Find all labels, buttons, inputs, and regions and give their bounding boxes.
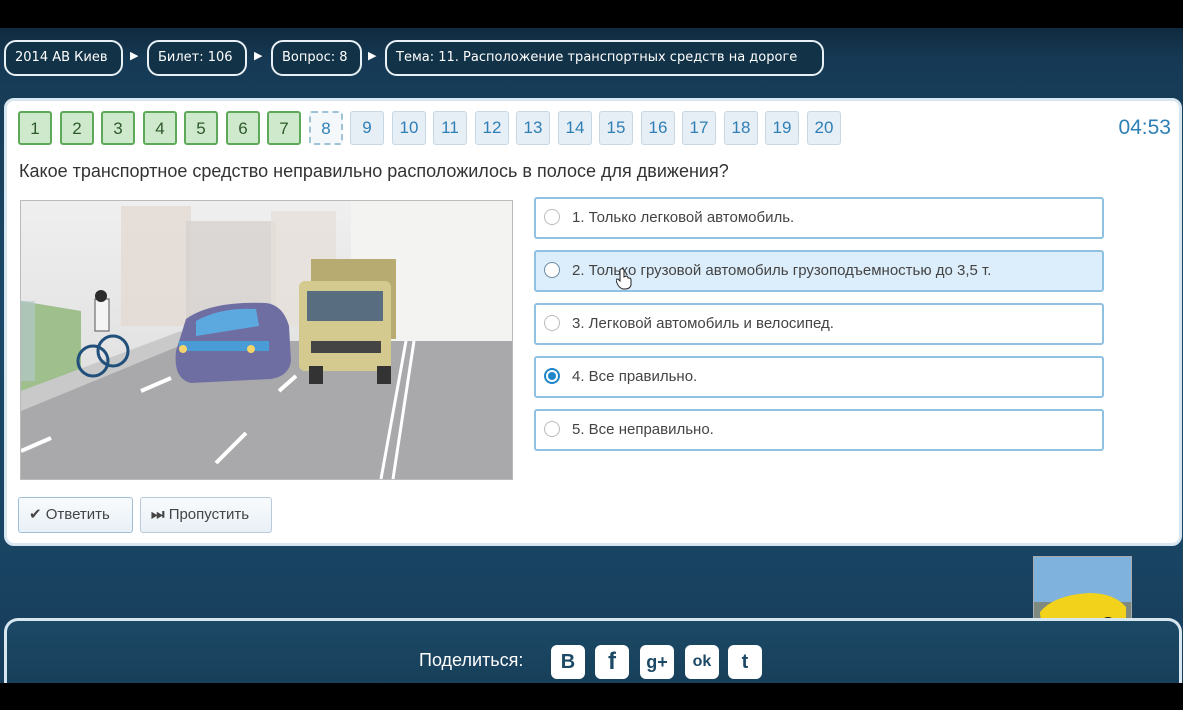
- question-number-button[interactable]: 18: [724, 111, 758, 145]
- question-number-button[interactable]: 14: [558, 111, 592, 145]
- twitter-share-icon[interactable]: t: [728, 645, 762, 679]
- question-number-button[interactable]: 7: [267, 111, 301, 145]
- answer-option[interactable]: 2. Только грузовой автомобиль грузоподъе…: [534, 250, 1104, 292]
- question-number-button[interactable]: 20: [807, 111, 841, 145]
- breadcrumb-separator-icon: ▶: [254, 49, 263, 62]
- answer-option[interactable]: 1. Только легковой автомобиль.: [534, 197, 1104, 239]
- answer-option-label: 2. Только грузовой автомобиль грузоподъе…: [572, 262, 992, 279]
- radio-button-checked[interactable]: [544, 368, 560, 384]
- breadcrumb-topic-label: Тема: 11. Расположение транспортных сред…: [396, 50, 798, 65]
- app-window: 2014 АВ Киев ▶ Билет: 106 ▶ Вопрос: 8 ▶ …: [0, 0, 1183, 698]
- question-number-button[interactable]: 3: [101, 111, 135, 145]
- window-top-strip: [0, 0, 1183, 28]
- question-number-button[interactable]: 2: [60, 111, 94, 145]
- question-number-button[interactable]: 5: [184, 111, 218, 145]
- road-scene-image: [21, 201, 512, 479]
- radio-button[interactable]: [544, 209, 560, 225]
- question-number-button[interactable]: 6: [226, 111, 260, 145]
- breadcrumb-ticket[interactable]: Билет: 106: [147, 40, 247, 76]
- answer-option-label: 1. Только легковой автомобиль.: [572, 209, 795, 226]
- answer-option-label: 5. Все неправильно.: [572, 421, 714, 438]
- question-number-button[interactable]: 19: [765, 111, 799, 145]
- breadcrumb-edition-label: 2014 АВ Киев: [15, 50, 108, 65]
- question-number-button[interactable]: 12: [475, 111, 509, 145]
- question-number-button[interactable]: 4: [143, 111, 177, 145]
- question-number-button[interactable]: 15: [599, 111, 633, 145]
- question-number-button[interactable]: 13: [516, 111, 550, 145]
- skip-button-label: Пропустить: [168, 506, 250, 523]
- answer-option[interactable]: 3. Легковой автомобиль и велосипед.: [534, 303, 1104, 345]
- vk-share-icon[interactable]: В: [551, 645, 585, 679]
- breadcrumb-separator-icon: ▶: [130, 49, 139, 62]
- question-number-button[interactable]: 9: [350, 111, 384, 145]
- google-plus-share-icon[interactable]: g+: [640, 645, 674, 679]
- skip-forward-icon: ⏭: [151, 506, 165, 523]
- question-number-button[interactable]: 16: [641, 111, 675, 145]
- answer-option-selected[interactable]: 4. Все правильно.: [534, 356, 1104, 398]
- breadcrumb-ticket-label: Билет: 106: [158, 50, 233, 65]
- radio-button[interactable]: [544, 315, 560, 331]
- breadcrumb-separator-icon: ▶: [368, 49, 377, 62]
- question-text: Какое транспортное средство неправильно …: [19, 161, 729, 181]
- checkmark-icon: ✔: [29, 506, 42, 523]
- breadcrumb-topic[interactable]: Тема: 11. Расположение транспортных сред…: [385, 40, 824, 76]
- skip-button[interactable]: ⏭ Пропустить: [140, 497, 272, 533]
- question-number-button-current[interactable]: 8: [309, 111, 343, 145]
- question-number-button[interactable]: 1: [18, 111, 52, 145]
- question-number-button[interactable]: 10: [392, 111, 426, 145]
- odnoklassniki-share-icon[interactable]: ok: [685, 645, 719, 679]
- share-label: Поделиться:: [419, 650, 524, 670]
- answer-button-label: Ответить: [45, 506, 110, 523]
- answer-option[interactable]: 5. Все неправильно.: [534, 409, 1104, 451]
- question-number-button[interactable]: 11: [433, 111, 467, 145]
- breadcrumb-question[interactable]: Вопрос: 8: [271, 40, 362, 76]
- breadcrumb-question-label: Вопрос: 8: [282, 50, 348, 65]
- letterbox-bar: [0, 683, 1183, 710]
- answer-option-label: 3. Легковой автомобиль и велосипед.: [572, 315, 834, 332]
- facebook-share-icon[interactable]: f: [595, 645, 629, 679]
- countdown-timer: 04:53: [1118, 116, 1171, 139]
- breadcrumb-edition[interactable]: 2014 АВ Киев: [4, 40, 123, 76]
- hand-cursor-icon: [616, 268, 632, 290]
- question-number-button[interactable]: 17: [682, 111, 716, 145]
- answer-button[interactable]: ✔ Ответить: [18, 497, 133, 533]
- radio-button[interactable]: [544, 262, 560, 278]
- answer-option-label: 4. Все правильно.: [572, 368, 698, 385]
- question-illustration: [20, 200, 513, 480]
- question-panel: 1 2 3 4 5 6 7 8 9 10 11 12 13 14 15 16 1…: [4, 98, 1182, 546]
- radio-button[interactable]: [544, 421, 560, 437]
